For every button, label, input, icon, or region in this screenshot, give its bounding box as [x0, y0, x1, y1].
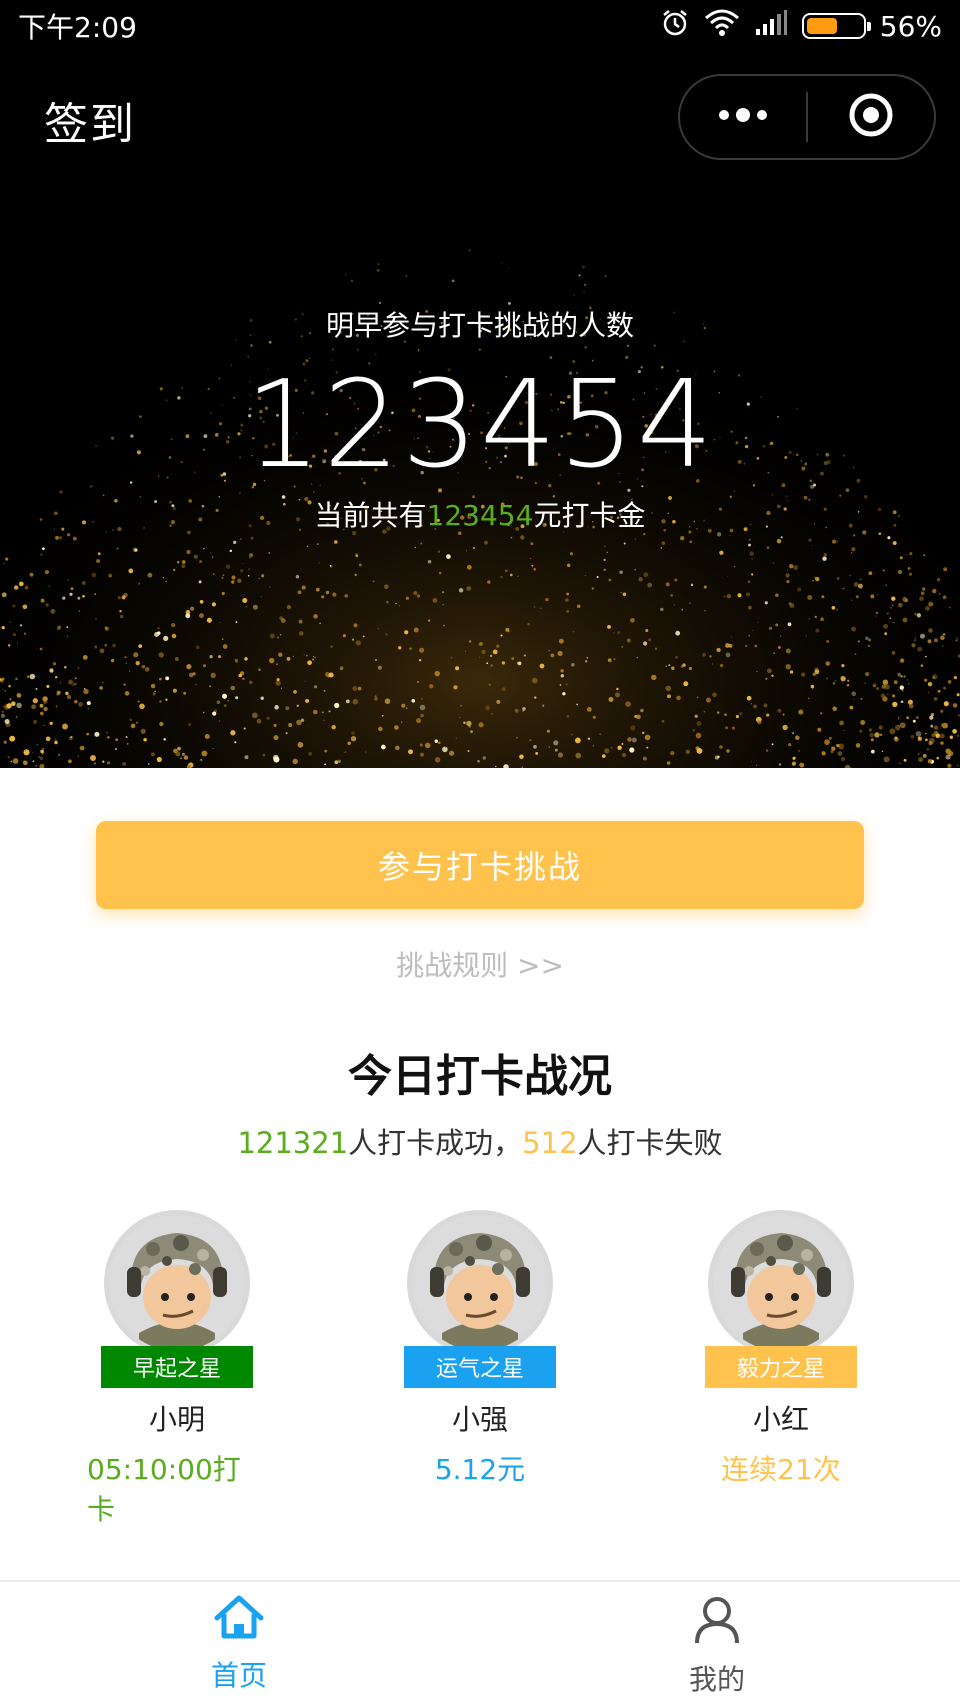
- soldier-avatar-icon: [412, 1215, 548, 1351]
- hero-subtitle: 明早参与打卡挑战的人数: [325, 309, 634, 342]
- prize-amount: 123454: [426, 499, 534, 532]
- tab-home-label: 首页: [210, 1659, 267, 1692]
- today-stats: 121321人打卡成功，512人打卡失败: [0, 1120, 960, 1162]
- star-name: 小红: [752, 1403, 809, 1436]
- star-badge: 早起之星: [101, 1346, 253, 1388]
- star-badge: 运气之星: [404, 1346, 556, 1388]
- star-card-early[interactable]: 早起之星 小明 05:10:00打卡: [87, 1210, 267, 1528]
- participant-count: 123454: [244, 356, 716, 495]
- status-icons: 56%: [660, 8, 942, 45]
- star-list: 早起之星 小明 05:10:00打卡 运气之星 小强 5.12元 毅力之星 小红…: [0, 1210, 960, 1526]
- user-icon: [691, 1594, 743, 1650]
- wifi-icon: [704, 8, 740, 45]
- nav-bar: 签到: [0, 70, 960, 162]
- join-challenge-button[interactable]: 参与打卡挑战: [96, 821, 864, 909]
- battery-fill: [806, 18, 837, 34]
- tab-home[interactable]: 首页: [139, 1594, 339, 1694]
- star-value: 05:10:00打卡: [87, 1453, 241, 1526]
- status-time: 下午2:09: [18, 11, 137, 44]
- target-circle-icon: [847, 91, 895, 143]
- prize-prefix: 当前共有: [314, 499, 427, 532]
- status-bar: 下午2:09 56%: [0, 0, 960, 52]
- tab-mine-label: 我的: [688, 1663, 745, 1696]
- page-title: 签到: [44, 99, 136, 150]
- soldier-avatar-icon: [109, 1215, 245, 1351]
- star-card-luck[interactable]: 运气之星 小强 5.12元: [390, 1210, 570, 1488]
- tab-bar: 首页 我的: [0, 1580, 960, 1707]
- miniprogram-capsule: [678, 74, 936, 160]
- star-value: 5.12元: [434, 1453, 526, 1486]
- star-name: 小明: [148, 1403, 205, 1436]
- home-icon: [213, 1594, 265, 1646]
- more-dots-icon: [716, 105, 770, 129]
- battery-icon: [801, 13, 871, 39]
- avatar: [708, 1210, 854, 1356]
- signal-icon: [754, 9, 788, 44]
- star-card-persistence[interactable]: 毅力之星 小红 连续21次: [691, 1210, 871, 1488]
- avatar: [104, 1210, 250, 1356]
- avatar: [407, 1210, 553, 1356]
- fail-count: 512: [522, 1126, 578, 1160]
- prize-pool: 当前共有123454元打卡金: [0, 494, 960, 534]
- star-name: 小强: [451, 1403, 508, 1436]
- battery-percent: 56%: [879, 9, 942, 43]
- hero-banner: 下午2:09 56% 签到 明早参与打卡挑战的人数 123454 当前共有123…: [0, 0, 960, 768]
- success-count: 121321: [237, 1126, 349, 1160]
- tab-mine[interactable]: 我的: [617, 1594, 817, 1698]
- star-value: 连续21次: [721, 1453, 841, 1486]
- prize-suffix: 元打卡金: [533, 499, 646, 532]
- more-button[interactable]: [680, 76, 806, 158]
- alarm-icon: [660, 8, 690, 45]
- challenge-rules-link[interactable]: 挑战规则 >>: [0, 944, 960, 984]
- success-text: 人打卡成功，: [348, 1126, 523, 1160]
- fail-text: 人打卡失败: [577, 1126, 723, 1160]
- soldier-avatar-icon: [713, 1215, 849, 1351]
- section-title: 今日打卡战况: [348, 1051, 612, 1102]
- star-badge: 毅力之星: [705, 1346, 857, 1388]
- close-button[interactable]: [808, 76, 934, 158]
